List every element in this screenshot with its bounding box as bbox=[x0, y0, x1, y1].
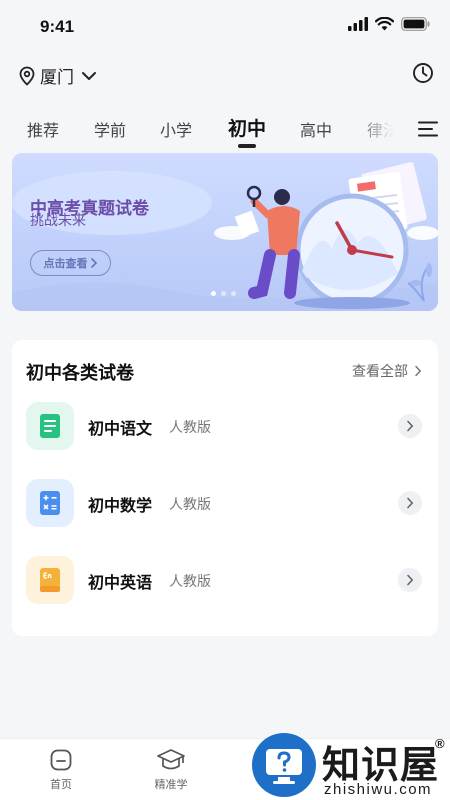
tab-junior-high[interactable]: 初中 bbox=[228, 114, 266, 141]
banner-illustration bbox=[214, 161, 438, 309]
subject-icon-box bbox=[26, 402, 74, 450]
location-row: 厦门 bbox=[0, 58, 450, 92]
watermark: 知识屋 ® zhishiwu.com bbox=[252, 730, 450, 800]
menu-icon bbox=[418, 121, 438, 137]
category-tabs: 推荐 学前 小学 初中 高中 律法 bbox=[0, 108, 450, 150]
promo-banner[interactable]: 中高考真题试卷 挑战未来 点击查看 bbox=[12, 153, 438, 311]
clock-icon bbox=[413, 63, 433, 83]
pagination-dot bbox=[221, 291, 226, 296]
tab-preschool[interactable]: 学前 bbox=[94, 117, 126, 141]
chevron-right-icon bbox=[90, 258, 97, 268]
tab-recommend[interactable]: 推荐 bbox=[27, 117, 59, 141]
english-book-icon bbox=[40, 568, 60, 592]
question-monitor-icon bbox=[266, 749, 302, 784]
subject-arrow-button[interactable] bbox=[398, 491, 422, 515]
chevron-right-icon bbox=[407, 497, 414, 509]
battery-icon bbox=[401, 17, 430, 31]
pagination-dot-active bbox=[211, 291, 216, 296]
nav-item-home[interactable]: 首页 bbox=[16, 747, 106, 792]
subject-edition: 人教版 bbox=[169, 496, 211, 512]
tab-senior-high[interactable]: 高中 bbox=[300, 117, 332, 141]
subject-row-english[interactable]: 初中英语 人教版 bbox=[12, 552, 438, 608]
active-tab-indicator bbox=[238, 144, 256, 148]
chevron-right-icon bbox=[407, 420, 414, 432]
city-label: 厦门 bbox=[40, 68, 74, 87]
status-bar: 9:41 bbox=[0, 0, 450, 52]
subject-name: 初中英语 bbox=[88, 575, 153, 592]
registered-icon: ® bbox=[435, 736, 445, 751]
subject-edition: 人教版 bbox=[169, 573, 211, 589]
subject-icon-box bbox=[26, 479, 74, 527]
location-selector[interactable]: 厦门 bbox=[18, 63, 97, 88]
tab-fade bbox=[352, 108, 404, 150]
subject-row-chinese[interactable]: 初中语文 人教版 bbox=[12, 398, 438, 454]
tab-primary[interactable]: 小学 bbox=[160, 117, 192, 141]
chevron-down-icon bbox=[82, 71, 96, 80]
section-title: 初中各类试卷 bbox=[26, 363, 134, 383]
chevron-right-icon bbox=[415, 365, 422, 377]
history-button[interactable] bbox=[412, 62, 434, 89]
signal-icon bbox=[348, 17, 368, 31]
banner-subtitle: 挑战未来 bbox=[30, 212, 86, 228]
chevron-right-icon bbox=[407, 574, 414, 586]
calculator-icon bbox=[40, 491, 60, 515]
home-icon bbox=[50, 749, 72, 771]
see-all-label: 查看全部 bbox=[352, 363, 408, 379]
see-all-link[interactable]: 查看全部 bbox=[352, 361, 422, 381]
nav-item-precise-learning[interactable]: 精准学 bbox=[126, 747, 216, 792]
pagination-dot bbox=[231, 291, 236, 296]
graduation-cap-icon bbox=[157, 749, 185, 770]
location-pin-icon bbox=[19, 66, 35, 86]
subject-arrow-button[interactable] bbox=[398, 568, 422, 592]
subject-name: 初中语文 bbox=[88, 421, 153, 438]
document-lines-icon bbox=[40, 414, 60, 438]
banner-pagination bbox=[211, 291, 236, 296]
subject-name: 初中数学 bbox=[88, 498, 153, 515]
subject-row-math[interactable]: 初中数学 人教版 bbox=[12, 475, 438, 531]
nav-label: 精准学 bbox=[154, 779, 188, 791]
nav-label: 首页 bbox=[50, 779, 72, 791]
status-time: 9:41 bbox=[40, 17, 75, 36]
status-icons bbox=[348, 17, 430, 31]
subject-edition: 人教版 bbox=[169, 419, 211, 435]
subject-icon-box bbox=[26, 556, 74, 604]
banner-view-button[interactable]: 点击查看 bbox=[30, 250, 111, 276]
watermark-logo bbox=[252, 733, 316, 797]
papers-card: 初中各类试卷 查看全部 初中语文 人教版 初中数学 人教版 初中英语 人教版 bbox=[12, 340, 438, 636]
subject-arrow-button[interactable] bbox=[398, 414, 422, 438]
banner-button-label: 点击查看 bbox=[43, 258, 88, 270]
tab-menu-button[interactable] bbox=[406, 108, 450, 150]
wifi-icon bbox=[375, 17, 394, 31]
watermark-url: zhishiwu.com bbox=[324, 781, 433, 798]
